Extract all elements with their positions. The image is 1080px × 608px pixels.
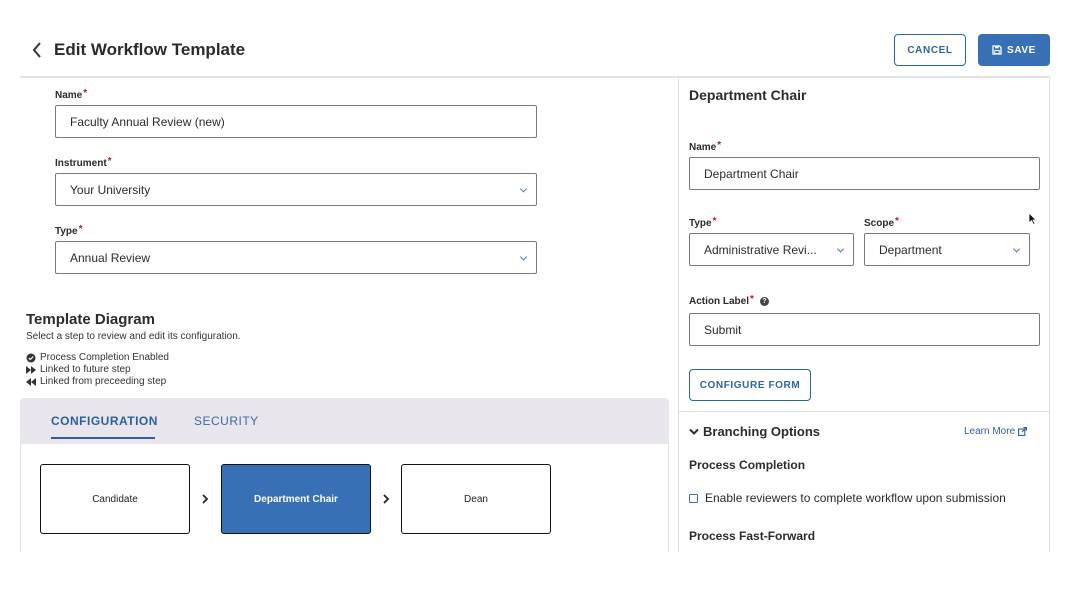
required-marker: * xyxy=(107,156,112,167)
type-select[interactable]: Annual Review xyxy=(55,241,537,274)
type-select-value: Annual Review xyxy=(70,250,151,265)
required-marker: * xyxy=(750,294,754,305)
workflow-step-candidate[interactable]: Candidate xyxy=(40,464,190,534)
required-marker: * xyxy=(717,140,722,151)
chevron-down-icon xyxy=(1012,244,1021,253)
legend-label: Linked from preceeding step xyxy=(40,376,167,387)
required-marker: * xyxy=(712,216,717,227)
header-divider xyxy=(20,76,1050,78)
panel-title: Department Chair xyxy=(689,87,807,103)
step-name-field-value: Department Chair xyxy=(704,166,799,181)
instrument-select[interactable]: Your University xyxy=(55,173,537,206)
chevron-down-icon xyxy=(836,244,845,253)
action-label-label: Action Label*? xyxy=(689,294,769,307)
tab-configuration[interactable]: CONFIGURATION xyxy=(51,414,158,428)
workflow-step-department-chair[interactable]: Department Chair xyxy=(221,464,371,534)
legend-label: Linked to future step xyxy=(40,364,131,375)
required-marker: * xyxy=(78,224,83,235)
step-type-label: Type* xyxy=(689,216,717,229)
tab-security[interactable]: SECURITY xyxy=(194,414,259,428)
process-fast-forward-heading: Process Fast-Forward xyxy=(689,529,816,543)
page-title: Edit Workflow Template xyxy=(54,40,246,59)
panel-border xyxy=(678,78,679,552)
name-label: Name* xyxy=(55,88,88,101)
diagram-canvas-border xyxy=(20,444,21,552)
diagram-subtitle: Select a step to review and edit its con… xyxy=(26,331,241,342)
legend-item: Linked to future step xyxy=(26,364,131,375)
panel-border xyxy=(1049,78,1050,552)
process-completion-checkbox[interactable] xyxy=(689,493,698,503)
chevron-right-icon xyxy=(382,494,390,504)
floppy-disk-icon xyxy=(992,45,1002,55)
legend-label: Process Completion Enabled xyxy=(40,352,169,363)
help-icon[interactable]: ? xyxy=(759,296,769,306)
name-label-text: Name xyxy=(55,90,83,101)
step-name-label: Name* xyxy=(689,140,722,153)
mouse-cursor-icon xyxy=(1028,212,1037,231)
process-completion-checkbox-label: Enable reviewers to complete workflow up… xyxy=(705,491,1006,505)
scope-select-value: Department xyxy=(879,242,942,257)
step-type-select-value: Administrative Revi... xyxy=(704,242,817,257)
save-button-label: SAVE xyxy=(1007,44,1036,56)
diagram-canvas-border xyxy=(668,444,669,552)
learn-more-label: Learn More xyxy=(964,426,1016,437)
step-name-label-text: Name xyxy=(689,142,717,153)
back-button[interactable] xyxy=(28,38,46,62)
type-label: Type* xyxy=(55,224,83,237)
chevron-right-icon xyxy=(201,494,209,504)
workflow-step-dean[interactable]: Dean xyxy=(401,464,551,534)
type-label-text: Type xyxy=(55,226,78,237)
configure-form-button[interactable]: CONFIGURE FORM xyxy=(689,369,811,401)
instrument-label-text: Instrument xyxy=(55,158,107,169)
action-label-field[interactable]: Submit xyxy=(689,313,1040,346)
step-type-label-text: Type xyxy=(689,218,712,229)
instrument-select-value: Your University xyxy=(70,182,151,197)
name-field[interactable]: Faculty Annual Review (new) xyxy=(55,105,537,138)
instrument-label: Instrument* xyxy=(55,156,112,169)
save-button[interactable]: SAVE xyxy=(978,34,1050,66)
action-label-field-value: Submit xyxy=(704,322,742,337)
chevron-down-icon xyxy=(519,184,528,193)
learn-more-link[interactable]: Learn More xyxy=(964,426,1028,437)
rewind-icon xyxy=(26,377,36,386)
legend-item: Process Completion Enabled xyxy=(26,352,169,363)
panel-divider xyxy=(679,411,1049,412)
check-circle-icon xyxy=(26,353,36,363)
step-name-field[interactable]: Department Chair xyxy=(689,157,1040,190)
scope-label: Scope* xyxy=(864,216,899,229)
required-marker: * xyxy=(895,216,899,227)
process-completion-option[interactable]: Enable reviewers to complete workflow up… xyxy=(689,491,1006,505)
branching-options-title: Branching Options xyxy=(703,424,820,439)
external-link-icon xyxy=(1018,427,1028,436)
action-label-label-text: Action Label xyxy=(689,296,750,307)
required-marker: * xyxy=(83,88,88,99)
active-tab-indicator xyxy=(51,437,155,439)
diagram-title: Template Diagram xyxy=(26,311,155,328)
chevron-down-icon xyxy=(689,428,699,435)
fast-forward-icon xyxy=(26,365,36,374)
name-field-value: Faculty Annual Review (new) xyxy=(70,114,225,129)
cancel-button[interactable]: CANCEL xyxy=(894,34,966,66)
legend-item: Linked from preceeding step xyxy=(26,376,166,387)
chevron-down-icon xyxy=(519,252,528,261)
chevron-left-icon xyxy=(32,42,41,58)
process-completion-heading: Process Completion xyxy=(689,458,806,472)
branching-options-toggle[interactable]: Branching Options xyxy=(689,424,820,439)
scope-label-text: Scope xyxy=(864,218,895,229)
step-type-select[interactable]: Administrative Revi... xyxy=(689,233,854,266)
scope-select[interactable]: Department xyxy=(864,233,1030,266)
